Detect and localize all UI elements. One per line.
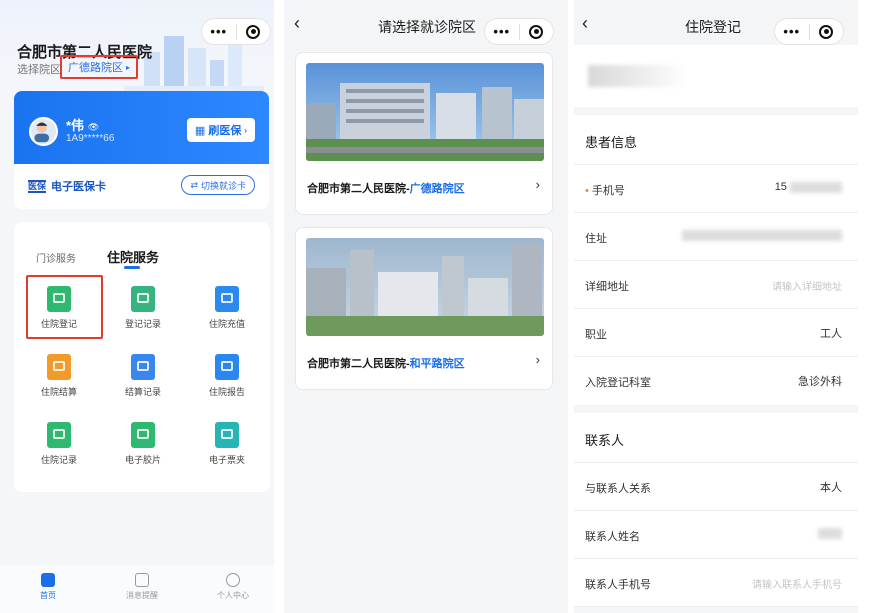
- tab-profile[interactable]: 个人中心: [203, 573, 263, 601]
- service-panel: 门诊服务 住院服务 住院登记 登记记录 住院充值住院结算 结算记录 住院报告住院记录 电子…: [14, 222, 270, 492]
- department-row[interactable]: 入院登记科室 急诊外科: [574, 357, 858, 405]
- tab-home[interactable]: 首页: [18, 573, 78, 601]
- service-item[interactable]: 住院报告: [187, 350, 267, 410]
- service-label: 电子胶片: [124, 455, 161, 465]
- close-miniapp-icon[interactable]: [519, 24, 553, 39]
- report-icon: [215, 354, 239, 380]
- user-card: *伟 👁 1A9*****66 ▦ 刷医保 › 医保 电子医保卡 ⇄ 切换就诊卡: [14, 91, 269, 209]
- detail-address-row[interactable]: 详细地址 请输入详细地址: [574, 261, 858, 309]
- back-arrow-icon[interactable]: ‹: [294, 13, 300, 34]
- contact-phone-row[interactable]: 联系人手机号 请输入联系人手机号: [574, 559, 858, 607]
- back-arrow-icon[interactable]: ‹: [582, 13, 588, 34]
- patient-summary: [574, 45, 858, 107]
- user-id: 1A9*****66: [66, 133, 115, 144]
- campus-select-panel: ‹ 请选择就诊院区 ••• 合肥市第二人民医院-广德路院区 › 合肥市第二人民医…: [284, 0, 568, 613]
- avatar: [29, 117, 58, 146]
- chevron-right-icon: ›: [535, 352, 540, 367]
- service-item[interactable]: 结算记录: [103, 350, 183, 410]
- patient-info-section: 患者信息: [574, 115, 858, 165]
- bottom-tabbar: 首页 消息提醒 个人中心: [0, 565, 274, 613]
- hospital-card[interactable]: 合肥市第二人民医院-和平路院区 ›: [295, 227, 553, 390]
- settle-icon: [47, 354, 71, 380]
- service-label: 电子票夹: [208, 455, 245, 465]
- page-title: 请选择就诊院区: [378, 19, 476, 35]
- insurance-logo-icon: 医保: [28, 179, 47, 193]
- required-dot-icon: •: [585, 185, 589, 197]
- contact-phone-input[interactable]: 请输入联系人手机号: [752, 576, 842, 591]
- hospital-photo: [306, 238, 544, 336]
- miniapp-capsule: •••: [484, 18, 554, 45]
- service-item[interactable]: 电子票夹: [187, 418, 267, 478]
- film-icon: [131, 422, 155, 448]
- switch-card-button[interactable]: ⇄ 切换就诊卡: [181, 175, 255, 195]
- service-label: 住院结算: [40, 387, 77, 397]
- eye-icon[interactable]: 👁: [88, 122, 99, 132]
- hospital-name: 合肥市第二人民医院-和平路院区: [307, 358, 465, 370]
- phone-value: 15: [775, 181, 842, 193]
- tab-outpatient[interactable]: 门诊服务: [36, 250, 76, 265]
- contact-section: 联系人: [574, 413, 858, 463]
- service-item[interactable]: 登记记录: [103, 282, 183, 342]
- swipe-insurance-button[interactable]: ▦ 刷医保 ›: [186, 118, 255, 142]
- tab-indicator: [124, 266, 140, 269]
- wallet-icon: [215, 286, 239, 312]
- detail-address-input[interactable]: 请输入详细地址: [772, 278, 842, 293]
- service-label: 住院充值: [208, 319, 245, 329]
- chevron-right-icon: ›: [535, 177, 540, 192]
- register-icon: [47, 286, 71, 312]
- user-name: *伟 👁: [66, 118, 100, 133]
- address-row[interactable]: 住址: [574, 213, 858, 261]
- service-item[interactable]: 住院充值: [187, 282, 267, 342]
- message-icon: [135, 573, 149, 587]
- address-value: [682, 229, 842, 241]
- home-icon: [41, 573, 55, 587]
- occupation-row[interactable]: 职业 工人: [574, 309, 858, 357]
- hospital-card[interactable]: 合肥市第二人民医院-广德路院区 ›: [295, 52, 553, 215]
- more-menu-icon[interactable]: •••: [775, 24, 809, 39]
- hospital-photo: [306, 63, 544, 161]
- contact-name-value: [818, 527, 842, 539]
- bed-icon: [47, 422, 71, 448]
- inpatient-register-panel: ‹ 住院登记 ••• 患者信息 • 手机号 15 住址 详细地址 请输入详细地址 …: [574, 0, 858, 613]
- service-label: 结算记录: [124, 387, 161, 397]
- redacted-name: [588, 65, 688, 87]
- service-item[interactable]: 住院结算: [19, 350, 99, 410]
- service-item[interactable]: 电子胶片: [103, 418, 183, 478]
- campus-selector[interactable]: 广德路院区 ▸: [60, 55, 139, 79]
- page-title: 住院登记: [685, 19, 741, 35]
- service-label: 登记记录: [124, 319, 161, 329]
- chevron-right-icon: ›: [244, 125, 247, 135]
- miniapp-capsule: •••: [774, 18, 844, 45]
- home-panel: ••• 合肥市第二人民医院 选择院区 广德路院区 ▸ *伟 👁 1A9*****…: [0, 0, 274, 613]
- contact-name-row[interactable]: 联系人姓名: [574, 511, 858, 559]
- swap-icon: ⇄: [190, 179, 198, 190]
- tab-messages[interactable]: 消息提醒: [112, 573, 172, 601]
- ticket-icon: [215, 422, 239, 448]
- relation-row[interactable]: 与联系人关系 本人: [574, 463, 858, 511]
- relation-value: 本人: [820, 482, 842, 494]
- close-miniapp-icon[interactable]: [809, 24, 843, 39]
- department-value: 急诊外科: [798, 376, 842, 388]
- service-label: 住院登记: [40, 319, 77, 329]
- service-label: 住院报告: [208, 387, 245, 397]
- service-item[interactable]: 住院登记: [19, 282, 99, 342]
- profile-icon: [226, 573, 240, 587]
- bill-icon: [131, 354, 155, 380]
- phone-row[interactable]: • 手机号 15: [574, 165, 858, 213]
- record-icon: [131, 286, 155, 312]
- campus-name: 广德路院区: [68, 62, 123, 74]
- miniapp-capsule: •••: [201, 18, 271, 45]
- hospital-name: 合肥市第二人民医院-广德路院区: [307, 183, 465, 195]
- more-menu-icon[interactable]: •••: [485, 24, 519, 39]
- more-menu-icon[interactable]: •••: [202, 24, 236, 39]
- chevron-right-icon: ▸: [126, 62, 131, 72]
- e-insurance-card[interactable]: 医保 电子医保卡: [28, 178, 106, 194]
- qr-icon: ▦: [194, 124, 206, 137]
- tab-inpatient[interactable]: 住院服务: [107, 247, 159, 266]
- occupation-value: 工人: [820, 328, 842, 340]
- close-miniapp-icon[interactable]: [236, 24, 270, 39]
- service-item[interactable]: 住院记录: [19, 418, 99, 478]
- select-campus-label: 选择院区: [17, 64, 61, 76]
- service-label: 住院记录: [40, 455, 77, 465]
